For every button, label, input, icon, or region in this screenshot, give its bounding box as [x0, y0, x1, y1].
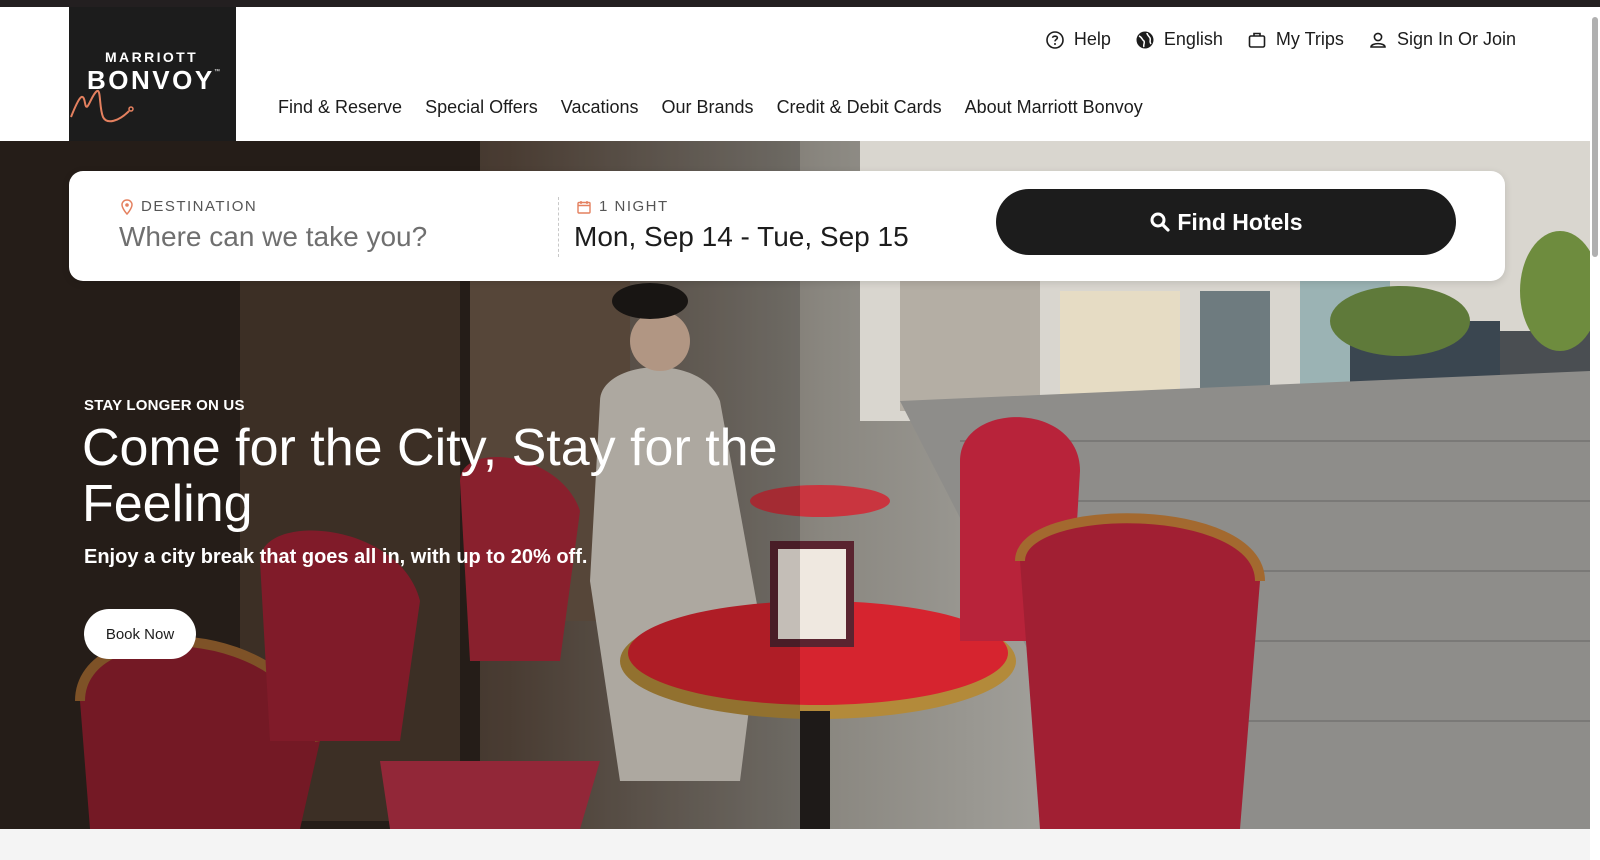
user-icon: [1370, 32, 1386, 48]
search-icon: [1150, 212, 1170, 232]
find-hotels-label: Find Hotels: [1177, 208, 1303, 235]
destination-label: DESTINATION: [121, 198, 257, 215]
help-label: Help: [1073, 29, 1111, 49]
book-now-button[interactable]: Book Now: [84, 609, 196, 659]
nav-special-offers[interactable]: Special Offers: [425, 97, 538, 118]
nav-vacations[interactable]: Vacations: [561, 97, 639, 118]
my-trips-link[interactable]: My Trips: [1247, 29, 1344, 50]
location-pin-icon: [121, 198, 133, 215]
hotel-search-widget: DESTINATION 1 NIGHT Mon, Sep 14 - Tue, S…: [69, 171, 1505, 281]
language-selector[interactable]: English: [1135, 29, 1223, 50]
my-trips-label: My Trips: [1275, 29, 1344, 49]
below-fold-section: [0, 829, 1590, 860]
logo-script-flourish-icon: [70, 90, 134, 123]
nav-about-marriott-bonvoy[interactable]: About Marriott Bonvoy: [965, 97, 1143, 118]
scrollbar[interactable]: [1590, 7, 1600, 860]
hero-headline: Come for the City, Stay for the Feeling: [82, 419, 778, 533]
globe-icon: [1136, 31, 1154, 48]
nights-label-text: 1 NIGHT: [599, 198, 669, 215]
sign-in-link[interactable]: Sign In Or Join: [1368, 29, 1516, 50]
help-link[interactable]: Help: [1045, 29, 1111, 50]
marriott-bonvoy-logo[interactable]: MARRIOTT BONVOY ™: [69, 7, 236, 141]
language-label: English: [1163, 29, 1223, 49]
destination-label-text: DESTINATION: [141, 198, 258, 215]
nights-label: 1 NIGHT: [577, 198, 669, 215]
main-nav: Find & Reserve Special Offers Vacations …: [278, 97, 1166, 118]
help-circle-icon: [1046, 30, 1064, 49]
suitcase-icon: [1248, 32, 1266, 48]
hero-subhead: Enjoy a city break that goes all in, wit…: [84, 546, 588, 568]
utility-nav: Help English My Trips Sign In Or Join: [1021, 29, 1516, 50]
calendar-icon: [577, 200, 591, 214]
field-divider: [558, 197, 559, 257]
nav-credit-debit-cards[interactable]: Credit & Debit Cards: [777, 97, 942, 118]
nav-find-reserve[interactable]: Find & Reserve: [278, 97, 402, 118]
nav-our-brands[interactable]: Our Brands: [662, 97, 754, 118]
sign-in-label: Sign In Or Join: [1396, 29, 1516, 49]
hero-eyebrow: STAY LONGER ON US: [84, 397, 245, 414]
logo-trademark: ™: [214, 69, 220, 75]
top-strip: [0, 0, 1600, 7]
date-range-field[interactable]: Mon, Sep 14 - Tue, Sep 15: [574, 221, 909, 253]
scrollbar-thumb[interactable]: [1592, 17, 1598, 257]
find-hotels-button[interactable]: Find Hotels: [996, 189, 1456, 255]
logo-line-marriott: MARRIOTT: [105, 49, 199, 65]
destination-input[interactable]: [119, 219, 549, 255]
site-header: MARRIOTT BONVOY ™ Help English My Trips …: [0, 7, 1590, 141]
